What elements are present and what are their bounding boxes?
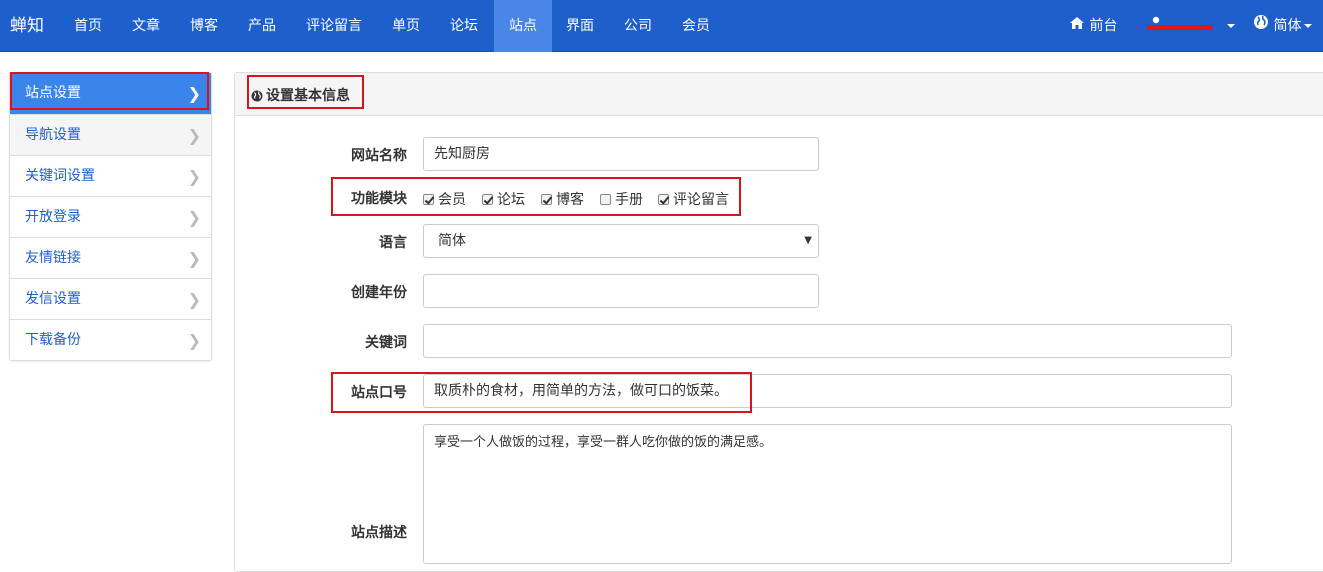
checkbox-label: 论坛: [497, 192, 525, 208]
redacted-username: [1147, 25, 1213, 30]
language-select-value: 简体: [438, 233, 466, 249]
top-navbar: 蝉知 首页 文章 博客 产品 评论留言 单页 论坛 站点 界面 公司 会员 前台…: [0, 0, 1323, 52]
checkbox-label: 评论留言: [673, 192, 729, 208]
checkbox-checked-icon: [541, 194, 552, 205]
description-textarea[interactable]: 享受一个人做饭的过程，享受一群人吃你做的饭的满足感。: [423, 424, 1232, 564]
panel-title-text: 设置基本信息: [266, 88, 350, 104]
checkbox-label: 会员: [438, 192, 466, 208]
language-caret-icon: [1304, 24, 1313, 28]
sidebar-item-label: 开放登录: [25, 209, 81, 225]
sidebar-item-keyword-settings[interactable]: 关键词设置 ❯: [10, 155, 211, 196]
checkbox-label: 博客: [556, 192, 584, 208]
modules-label: 功能模块: [351, 191, 407, 207]
chevron-right-icon: ❯: [187, 84, 201, 103]
language-menu[interactable]: 简体: [1253, 0, 1313, 52]
module-checkbox-manual[interactable]: 手册: [600, 189, 643, 209]
sidebar-item-label: 友情链接: [25, 250, 81, 266]
language-field-label: 语言: [379, 235, 407, 251]
settings-sidebar: 站点设置 ❯ 导航设置 ❯ 关键词设置 ❯ 开放登录 ❯ 友情链接 ❯ 发信设置…: [9, 72, 212, 361]
chevron-right-icon: ❯: [187, 331, 201, 350]
frontend-link[interactable]: 前台: [1069, 0, 1117, 52]
language-select[interactable]: 简体 ▼: [423, 224, 819, 258]
nav-pages[interactable]: 单页: [380, 0, 432, 52]
nav-home[interactable]: 首页: [62, 0, 114, 52]
slogan-label: 站点口号: [351, 385, 407, 401]
sidebar-item-nav-settings[interactable]: 导航设置 ❯: [10, 114, 211, 155]
checkbox-label: 手册: [615, 192, 643, 208]
chevron-right-icon: ❯: [187, 208, 201, 227]
module-checkbox-comments[interactable]: 评论留言: [658, 189, 729, 209]
year-input[interactable]: [423, 274, 819, 308]
frontend-label: 前台: [1089, 18, 1118, 34]
panel-header: [235, 73, 1323, 116]
nav-products[interactable]: 产品: [236, 0, 288, 52]
modules-checkbox-group: 会员 论坛 博客 手册 评论留言: [423, 189, 743, 209]
nav-forum[interactable]: 论坛: [438, 0, 490, 52]
nav-blog[interactable]: 博客: [178, 0, 230, 52]
language-label: 简体: [1273, 18, 1302, 34]
nav-ui[interactable]: 界面: [554, 0, 606, 52]
nav-comments[interactable]: 评论留言: [294, 0, 374, 52]
nav-articles[interactable]: 文章: [120, 0, 172, 52]
checkbox-checked-icon: [482, 194, 493, 205]
module-checkbox-forum[interactable]: 论坛: [482, 189, 525, 209]
chevron-right-icon: ❯: [187, 167, 201, 186]
chevron-right-icon: ❯: [187, 290, 201, 309]
keywords-input[interactable]: [423, 324, 1232, 358]
site-name-input[interactable]: 先知厨房: [423, 137, 819, 171]
chevron-right-icon: ❯: [187, 126, 201, 145]
slogan-input[interactable]: 取质朴的食材，用简单的方法，做可口的饭菜。: [423, 374, 1232, 408]
checkbox-unchecked-icon: [600, 194, 611, 205]
globe-icon: [251, 90, 263, 106]
sidebar-item-label: 站点设置: [25, 85, 81, 101]
nav-members[interactable]: 会员: [670, 0, 722, 52]
sidebar-item-site-settings[interactable]: 站点设置 ❯: [10, 73, 211, 114]
globe-icon: [1253, 0, 1269, 52]
sidebar-item-label: 下载备份: [25, 332, 81, 348]
chevron-right-icon: ❯: [187, 249, 201, 268]
nav-site[interactable]: 站点: [494, 0, 552, 52]
year-label: 创建年份: [351, 285, 407, 301]
brand-logo[interactable]: 蝉知: [10, 0, 44, 52]
sidebar-item-download-backup[interactable]: 下载备份 ❯: [10, 319, 211, 360]
module-checkbox-member[interactable]: 会员: [423, 189, 466, 209]
nav-company[interactable]: 公司: [612, 0, 664, 52]
sidebar-item-label: 关键词设置: [25, 168, 95, 184]
home-icon: [1069, 0, 1085, 52]
user-caret-icon: [1227, 24, 1236, 28]
description-label: 站点描述: [351, 525, 407, 541]
keywords-label: 关键词: [365, 335, 407, 351]
checkbox-checked-icon: [423, 194, 434, 205]
sidebar-item-friend-links[interactable]: 友情链接 ❯: [10, 237, 211, 278]
select-arrow-icon: ▼: [804, 235, 812, 246]
sidebar-item-open-login[interactable]: 开放登录 ❯: [10, 196, 211, 237]
module-checkbox-blog[interactable]: 博客: [541, 189, 584, 209]
sidebar-item-label: 发信设置: [25, 291, 81, 307]
site-name-label: 网站名称: [351, 148, 407, 164]
panel-title: 设置基本信息: [251, 85, 350, 106]
sidebar-item-mail-settings[interactable]: 发信设置 ❯: [10, 278, 211, 319]
sidebar-item-label: 导航设置: [25, 127, 81, 143]
checkbox-checked-icon: [658, 194, 669, 205]
